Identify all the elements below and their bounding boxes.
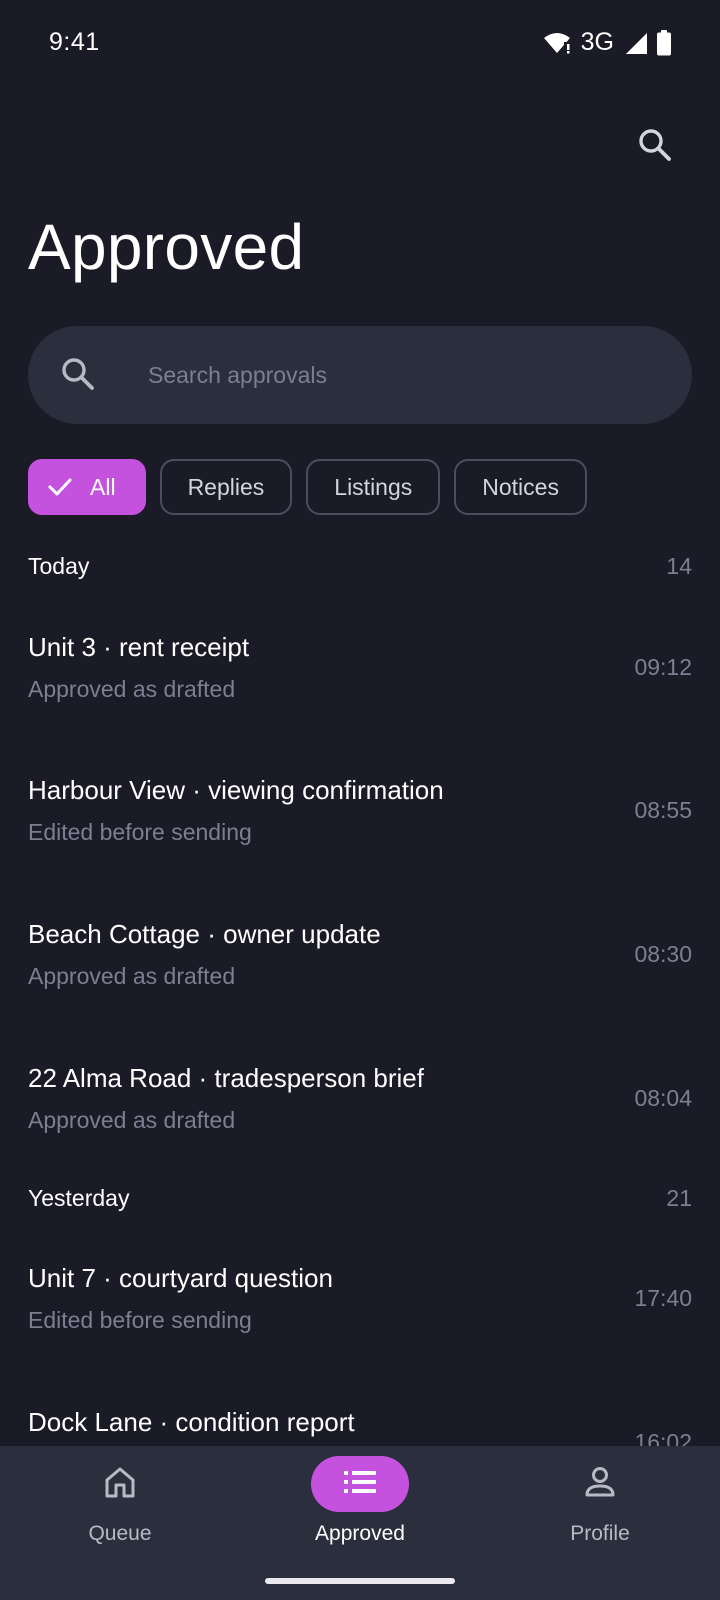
approved-screen: 9:41 3G Approved Search approvals All Re…: [0, 0, 720, 1600]
item-subtitle: Approved as drafted: [28, 963, 236, 989]
item-title: Dock Lane · condition report: [28, 1407, 355, 1437]
filter-chips: All Replies Listings Notices: [28, 459, 587, 515]
section-count: 14: [666, 553, 692, 579]
search-icon: [637, 127, 673, 168]
home-icon: [103, 1465, 137, 1504]
network-type: 3G: [580, 28, 614, 56]
filter-chip-label: Notices: [482, 473, 559, 500]
search-button[interactable]: [630, 122, 680, 172]
status-icons: 3G: [543, 28, 672, 57]
filter-chip-replies[interactable]: Replies: [159, 459, 293, 515]
nav-icon-container: [71, 1456, 169, 1512]
item-title: 22 Alma Road · tradesperson brief: [28, 1063, 424, 1093]
item-title: Unit 3 · rent receipt: [28, 632, 250, 662]
list-item[interactable]: 22 Alma Road · tradesperson brief Approv…: [28, 1063, 692, 1173]
check-icon: [48, 477, 72, 497]
item-title: Unit 7 · courtyard question: [28, 1263, 333, 1293]
nav-label: Profile: [570, 1522, 630, 1545]
list-icon: [343, 1469, 377, 1500]
section-header-yesterday: Yesterday 21: [28, 1185, 692, 1212]
item-title: Beach Cottage · owner update: [28, 919, 381, 949]
nav-item-queue[interactable]: Queue: [0, 1446, 240, 1586]
home-indicator[interactable]: [265, 1578, 455, 1584]
nav-label: Queue: [88, 1522, 152, 1545]
status-bar: 9:41 3G: [0, 0, 720, 88]
list-item[interactable]: Harbour View · viewing confirmation Edit…: [28, 775, 692, 885]
search-icon: [54, 350, 102, 398]
section-title: Today: [28, 553, 90, 579]
item-subtitle: Approved as drafted: [28, 676, 236, 702]
battery-icon: [656, 29, 672, 56]
section-title: Yesterday: [28, 1185, 130, 1211]
section-header-today: Today 14: [28, 553, 692, 580]
nav-icon-container: [551, 1456, 649, 1512]
item-time: 17:40: [634, 1285, 692, 1311]
item-time: 09:12: [634, 654, 692, 680]
list-item[interactable]: Unit 7 · courtyard question Edited befor…: [28, 1263, 692, 1373]
filter-chip-listings[interactable]: Listings: [306, 459, 441, 515]
nav-item-profile[interactable]: Profile: [480, 1446, 720, 1586]
section-count: 21: [666, 1185, 692, 1211]
filter-chip-all[interactable]: All: [28, 459, 146, 515]
status-time: 9:41: [49, 28, 100, 56]
list-item[interactable]: Unit 3 · rent receipt Approved as drafte…: [28, 632, 692, 742]
filter-chip-notices[interactable]: Notices: [454, 459, 587, 515]
list-item[interactable]: Beach Cottage · owner update Approved as…: [28, 919, 692, 1029]
page-title: Approved: [28, 211, 305, 283]
item-time: 08:30: [634, 941, 692, 967]
item-subtitle: Edited before sending: [28, 819, 252, 845]
item-subtitle: Approved as drafted: [28, 1107, 236, 1133]
signal-icon: [624, 31, 648, 55]
filter-chip-label: Replies: [187, 473, 265, 500]
nav-icon-container: [311, 1456, 409, 1512]
item-time: 08:04: [634, 1085, 692, 1111]
search-bar[interactable]: [28, 326, 692, 424]
filter-chip-label: All: [90, 473, 116, 500]
search-input[interactable]: [148, 355, 668, 395]
nav-label: Approved: [315, 1522, 405, 1545]
nav-item-approved[interactable]: Approved: [240, 1446, 480, 1586]
wifi-icon: [543, 31, 571, 55]
person-icon: [583, 1465, 617, 1504]
item-time: 08:55: [634, 797, 692, 823]
item-subtitle: Edited before sending: [28, 1307, 252, 1333]
bottom-navigation: Queue Approved Profile: [0, 1446, 720, 1600]
item-title: Harbour View · viewing confirmation: [28, 775, 444, 805]
filter-chip-label: Listings: [334, 473, 413, 500]
